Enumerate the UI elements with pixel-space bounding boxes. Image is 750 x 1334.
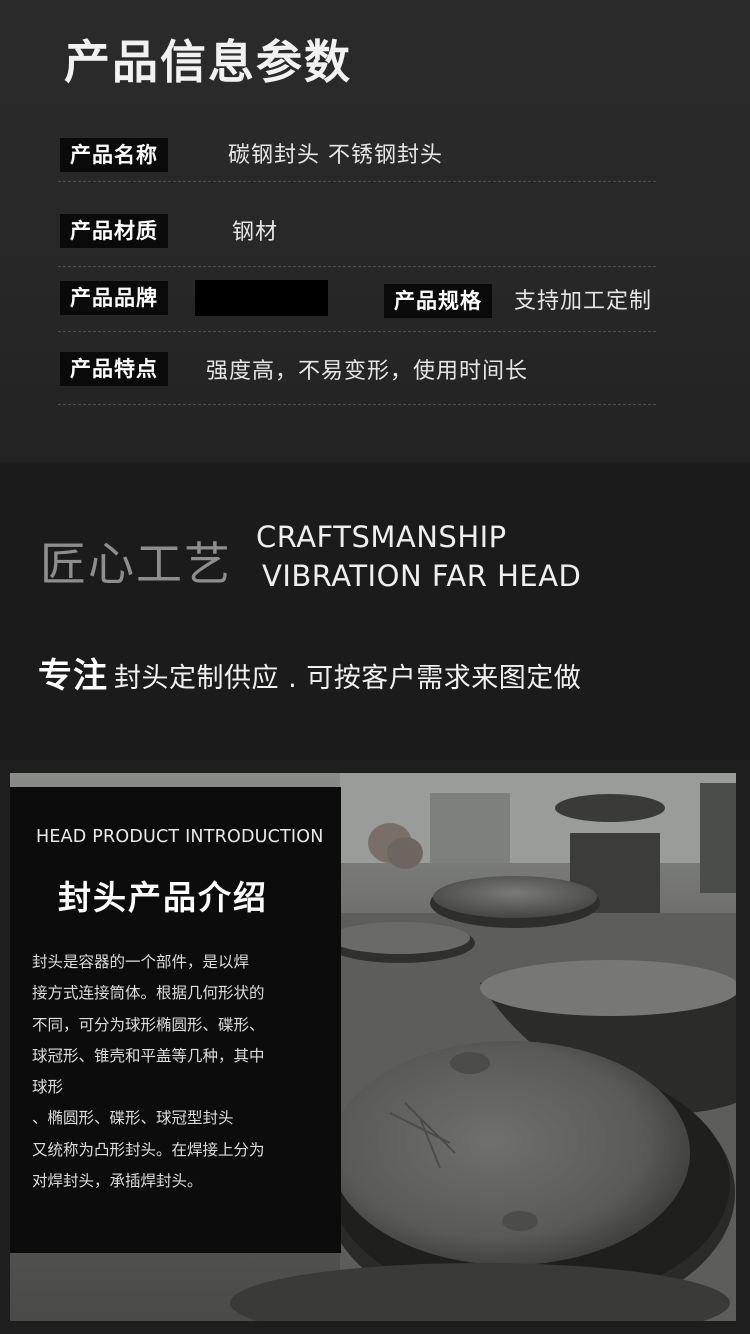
product-spec-value: 支持加工定制 [514, 289, 653, 314]
product-name-value: 碳钢封头 不锈钢封头 [228, 143, 443, 168]
intro-title-cn: 封头产品介绍 [58, 878, 268, 917]
craftsmanship-title-cn: 匠心工艺 [40, 537, 232, 591]
intro-body-line: 、椭圆形、碟形、球冠型封头 [32, 1109, 234, 1128]
product-info-section: 产品信息参数 产品名称 碳钢封头 不锈钢封头 产品材质 钢材 产品品牌 产品规格… [0, 0, 750, 462]
product-feature-value: 强度高，不易变形，使用时间长 [206, 359, 529, 384]
craftsmanship-title-en: CRAFTSMANSHIP [256, 520, 507, 554]
intro-body-line: 球冠形、锥壳和平盖等几种，其中 [32, 1046, 265, 1065]
intro-body: 封头是容器的一个部件，是以焊 接方式连接筒体。根据几何形状的 不同，可分为球形椭… [32, 947, 324, 1197]
craftsmanship-section: 匠心工艺 CRAFTSMANSHIP VIBRATION FAR HEAD 专注… [0, 462, 750, 760]
intro-body-line: 封头是容器的一个部件，是以焊 [32, 953, 250, 971]
intro-title-en: HEAD PRODUCT INTRODUCTION [36, 827, 324, 847]
product-info-title: 产品信息参数 [64, 35, 352, 89]
intro-body-line: 对焊封头，承插焊封头。 [32, 1172, 203, 1191]
row-divider [58, 181, 656, 182]
row-divider [58, 331, 656, 332]
craftsmanship-subtitle-en: VIBRATION FAR HEAD [262, 559, 582, 593]
intro-body-line: 又统称为凸形封头。在焊接上分为 [32, 1140, 265, 1159]
row-divider [58, 404, 656, 405]
focus-text: 封头定制供应 . 可按客户需求来图定做 [114, 663, 582, 694]
product-material-value: 钢材 [232, 220, 279, 245]
intro-body-line: 不同，可分为球形椭圆形、碟形、 [32, 1015, 265, 1034]
row-divider [58, 266, 656, 267]
focus-slogan: 专注 封头定制供应 . 可按客户需求来图定做 [38, 648, 581, 697]
intro-panel: HEAD PRODUCT INTRODUCTION 封头产品介绍 封头是容器的一… [10, 787, 341, 1253]
product-brand-label: 产品品牌 [60, 281, 168, 315]
product-spec-label: 产品规格 [384, 284, 492, 318]
intro-body-line: 球形 [32, 1078, 64, 1097]
product-name-label: 产品名称 [60, 138, 168, 172]
intro-body-line: 接方式连接筒体。根据几何形状的 [32, 984, 265, 1003]
focus-keyword: 专注 [38, 656, 108, 696]
product-feature-label: 产品特点 [60, 352, 168, 386]
product-material-label: 产品材质 [60, 214, 168, 248]
product-brand-value [195, 280, 328, 316]
head-intro-section: HEAD PRODUCT INTRODUCTION 封头产品介绍 封头是容器的一… [0, 760, 750, 1334]
